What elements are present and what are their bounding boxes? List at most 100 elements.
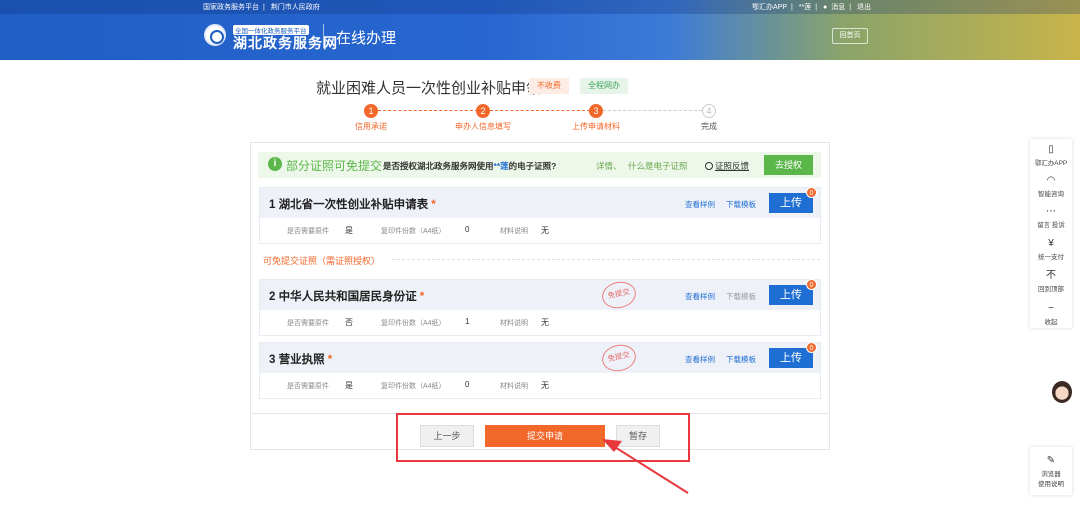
download-template-link[interactable]: 下载模板 (726, 291, 756, 302)
download-template-link[interactable]: 下载模板 (726, 199, 756, 210)
original-required-label: 是否需要原件 (287, 228, 329, 235)
online-tag: 全程网办 (580, 78, 628, 94)
material-note-label: 材料说明 (500, 383, 528, 390)
original-required-label: 是否需要原件 (287, 383, 329, 390)
sidebar-item-label: 收起 (1044, 319, 1058, 326)
view-sample-link[interactable]: 查看样例 (685, 354, 715, 365)
download-template-link[interactable]: 下载模板 (726, 354, 756, 365)
page-title: 就业困难人员一次性创业补贴申领 (316, 80, 542, 97)
material-header: 3 营业执照 * 免提交 查看样例 下载模板 上传 0 (260, 341, 820, 375)
material-title: 1 湖北省一次性创业补贴申请表 * (269, 196, 436, 212)
material-meta: 是否需要原件 是 复印件份数（A4纸） 0 材料说明 无 (260, 218, 820, 243)
section-divider (392, 259, 820, 260)
step-1-indicator: 1 (364, 104, 378, 118)
copies-value: 0 (465, 380, 470, 389)
site-header: 国家政务服务平台 | 荆门市人民政府 鄂汇办APP | **莲 | ● 消息 | 退出 全… (0, 0, 1080, 60)
step-3-label: 上传申请材料 (572, 122, 620, 131)
fee-tag: 不收费 (529, 78, 569, 94)
yuan-icon: ¥ (1048, 238, 1054, 249)
sidebar-item-label: 回到顶部 (1038, 286, 1064, 293)
required-marker: * (431, 199, 436, 211)
notice-title: 部分证照可免提交 (286, 159, 383, 173)
material-title-text: 1 湖北省一次性创业补贴申请表 (269, 199, 429, 211)
step-connector (490, 110, 590, 111)
step-1-label: 信用承诺 (355, 122, 387, 131)
material-note-value: 无 (541, 381, 549, 390)
site-logo-icon[interactable] (204, 24, 226, 46)
leaf-icon: ✎ (1046, 455, 1056, 466)
license-feedback-link[interactable]: 证照反馈 (705, 160, 749, 172)
assistant-avatar-icon[interactable] (1052, 381, 1072, 403)
required-marker: * (419, 291, 425, 303)
header-divider (323, 24, 324, 48)
original-required-value: 是 (345, 381, 353, 390)
sidebar-item-consult[interactable]: ◠ 智能咨询 (1030, 175, 1072, 198)
step-connector (603, 110, 702, 111)
license-feedback-label: 证照反馈 (715, 161, 750, 171)
material-header: 2 中华人民共和国居民身份证 * 免提交 查看样例 下载模板 上传 0 (260, 278, 820, 312)
step-2-label: 申办人信息填写 (455, 122, 511, 131)
feedback-icon (705, 162, 713, 170)
step-3-indicator: 3 (589, 104, 603, 118)
submit-application-button[interactable]: 提交申请 (485, 425, 605, 447)
link-national-platform[interactable]: 国家政务服务平台 (203, 4, 259, 11)
save-draft-button[interactable]: 暂存 (616, 425, 660, 447)
browser-help-label-1: 浏览器 (1041, 471, 1061, 478)
section-title: 在线办理 (336, 30, 397, 47)
back-to-top-icon: 不 (1046, 270, 1056, 281)
sidebar-item-app[interactable]: ▯ 鄂汇办APP (1030, 144, 1072, 167)
bell-icon[interactable]: ● (823, 4, 827, 11)
link-messages[interactable]: 消息 (831, 4, 845, 11)
info-icon: i (268, 157, 282, 171)
sidebar-item-complaint[interactable]: ⋯ 留言 投诉 (1030, 206, 1072, 229)
detail-link[interactable]: 详情、 (596, 160, 622, 172)
material-note-label: 材料说明 (500, 320, 528, 327)
sidebar-item-label: 留言 投诉 (1037, 222, 1065, 229)
collapse-icon: − (1048, 303, 1054, 314)
link-ehuiban-app[interactable]: 鄂汇办APP (752, 4, 787, 11)
link-logout[interactable]: 退出 (857, 4, 871, 11)
material-meta: 是否需要原件 否 复印件份数（A4纸） 1 材料说明 无 (260, 310, 820, 335)
home-button[interactable]: 回首页 (832, 28, 868, 44)
link-jingmen-government[interactable]: 荆门市人民政府 (271, 4, 320, 11)
step-2-indicator: 2 (476, 104, 490, 118)
required-marker: * (327, 354, 333, 366)
original-required-value: 否 (345, 318, 353, 327)
view-sample-link[interactable]: 查看样例 (685, 291, 715, 302)
copies-value: 1 (465, 317, 470, 326)
notice-question-pre: 是否授权湖北政务服务网使用 (383, 161, 494, 171)
header-top-strip (0, 0, 1080, 14)
headset-icon: ◠ (1046, 175, 1056, 186)
previous-step-button[interactable]: 上一步 (420, 425, 474, 447)
sidebar-item-label: 鄂汇办APP (1034, 160, 1068, 167)
browser-help-label-2: 使用说明 (1038, 481, 1064, 488)
upload-count-badge: 0 (806, 187, 817, 198)
upload-count-badge: 0 (806, 279, 817, 290)
floating-toolbar: ▯ 鄂汇办APP ◠ 智能咨询 ⋯ 留言 投诉 ¥ 统一支付 不 回到顶部 − … (1030, 139, 1072, 328)
material-item: 3 营业执照 * 免提交 查看样例 下载模板 上传 0 是否需要原件 是 复印件… (259, 341, 821, 399)
header-right-links: 鄂汇办APP | **莲 | ● 消息 | 退出 (752, 4, 871, 11)
authorize-button[interactable]: 去授权 (764, 155, 813, 175)
notice-question-name: **莲 (493, 161, 509, 171)
sidebar-item-label: 统一支付 (1038, 254, 1064, 261)
material-title: 2 中华人民共和国居民身份证 * (269, 288, 424, 304)
material-item: 2 中华人民共和国居民身份证 * 免提交 查看样例 下载模板 上传 0 是否需要… (259, 278, 821, 336)
sidebar-item-back-to-top[interactable]: 不 回到顶部 (1030, 270, 1072, 293)
sidebar-item-payment[interactable]: ¥ 统一支付 (1030, 238, 1072, 261)
material-title-text: 3 营业执照 (269, 354, 325, 366)
original-required-label: 是否需要原件 (287, 320, 329, 327)
browser-help-button[interactable]: ✎ 浏览器 使用说明 (1030, 447, 1072, 495)
phone-icon: ▯ (1048, 144, 1054, 155)
material-meta: 是否需要原件 是 复印件份数（A4纸） 0 材料说明 无 (260, 373, 820, 398)
material-header: 1 湖北省一次性创业补贴申请表 * 查看样例 下载模板 上传 0 (260, 187, 820, 218)
user-name[interactable]: **莲 (799, 4, 811, 11)
what-is-e-license-link[interactable]: 什么是电子证照 (628, 160, 688, 172)
sidebar-item-collapse[interactable]: − 收起 (1030, 303, 1072, 326)
copies-label: 复印件份数（A4纸） (381, 228, 446, 235)
material-note-label: 材料说明 (500, 228, 528, 235)
view-sample-link[interactable]: 查看样例 (685, 199, 715, 210)
copies-label: 复印件份数（A4纸） (381, 383, 446, 390)
exempt-stamp: 免提交 (599, 278, 639, 312)
message-icon: ⋯ (1046, 206, 1056, 217)
material-note-value: 无 (541, 318, 549, 327)
